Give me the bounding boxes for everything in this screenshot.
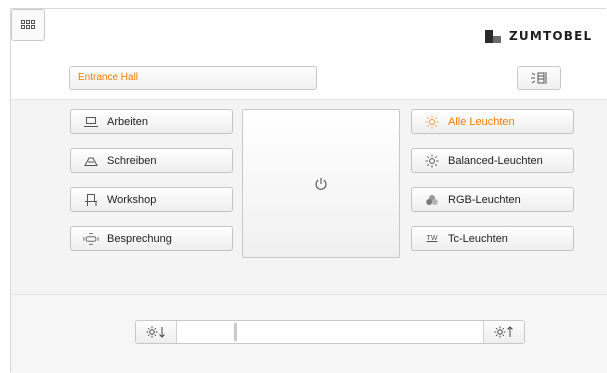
scene-button-balanced-leuchten[interactable]: Balanced-Leuchten <box>411 148 574 173</box>
dim-up-button[interactable] <box>483 321 524 343</box>
app-window: ZUMTOBEL Entrance Hall Arbeiten Schreibe… <box>10 8 607 373</box>
scene-panel: Arbeiten Schreiben Workshop Besprechung <box>11 99 607 295</box>
rgb-icon <box>424 193 440 207</box>
dimmer-slider[interactable] <box>135 320 525 344</box>
zumtobel-logo-icon <box>485 29 501 43</box>
scene-label: Schreiben <box>107 154 157 167</box>
scene-button-rgb-leuchten[interactable]: RGB-Leuchten <box>411 187 574 212</box>
scene-label: RGB-Leuchten <box>448 193 521 206</box>
dimmer-track <box>177 321 235 343</box>
top-bar: ZUMTOBEL Entrance Hall <box>11 9 607 99</box>
app-grid-button[interactable] <box>11 9 45 41</box>
scene-button-schreiben[interactable]: Schreiben <box>70 148 233 173</box>
scene-button-tc-leuchten[interactable]: TW Tc-Leuchten <box>411 226 574 251</box>
dim-down-button[interactable] <box>136 321 177 343</box>
writing-icon <box>83 154 99 168</box>
dimmer-area <box>11 295 607 373</box>
scene-label: Balanced-Leuchten <box>448 154 543 167</box>
scene-label: Besprechung <box>107 232 172 245</box>
scene-label: Arbeiten <box>107 115 148 128</box>
power-button[interactable] <box>242 109 400 258</box>
scene-button-alle-leuchten[interactable]: Alle Leuchten <box>411 109 574 134</box>
dimmer-handle[interactable] <box>234 323 237 341</box>
dim-up-icon <box>494 326 513 338</box>
balanced-light-icon <box>424 154 440 168</box>
scene-label: Tc-Leuchten <box>448 232 508 245</box>
meeting-table-icon <box>83 232 99 246</box>
scene-button-arbeiten[interactable]: Arbeiten <box>70 109 233 134</box>
dim-down-icon <box>146 326 165 338</box>
scene-button-besprechung[interactable]: Besprechung <box>70 226 233 251</box>
power-icon <box>315 177 327 190</box>
light-settings-icon <box>531 72 547 84</box>
room-selector[interactable]: Entrance Hall <box>69 66 317 90</box>
brand-logo: ZUMTOBEL <box>485 29 592 43</box>
brand-name: ZUMTOBEL <box>509 29 593 43</box>
grid-icon <box>21 20 35 29</box>
scene-label: Workshop <box>107 193 157 206</box>
desk-icon <box>83 115 99 129</box>
scene-button-workshop[interactable]: Workshop <box>70 187 233 212</box>
scene-label: Alle Leuchten <box>448 115 515 128</box>
chair-icon <box>83 193 99 207</box>
tw-icon: TW <box>426 235 438 242</box>
light-settings-button[interactable] <box>517 66 561 90</box>
sun-icon <box>424 115 440 129</box>
